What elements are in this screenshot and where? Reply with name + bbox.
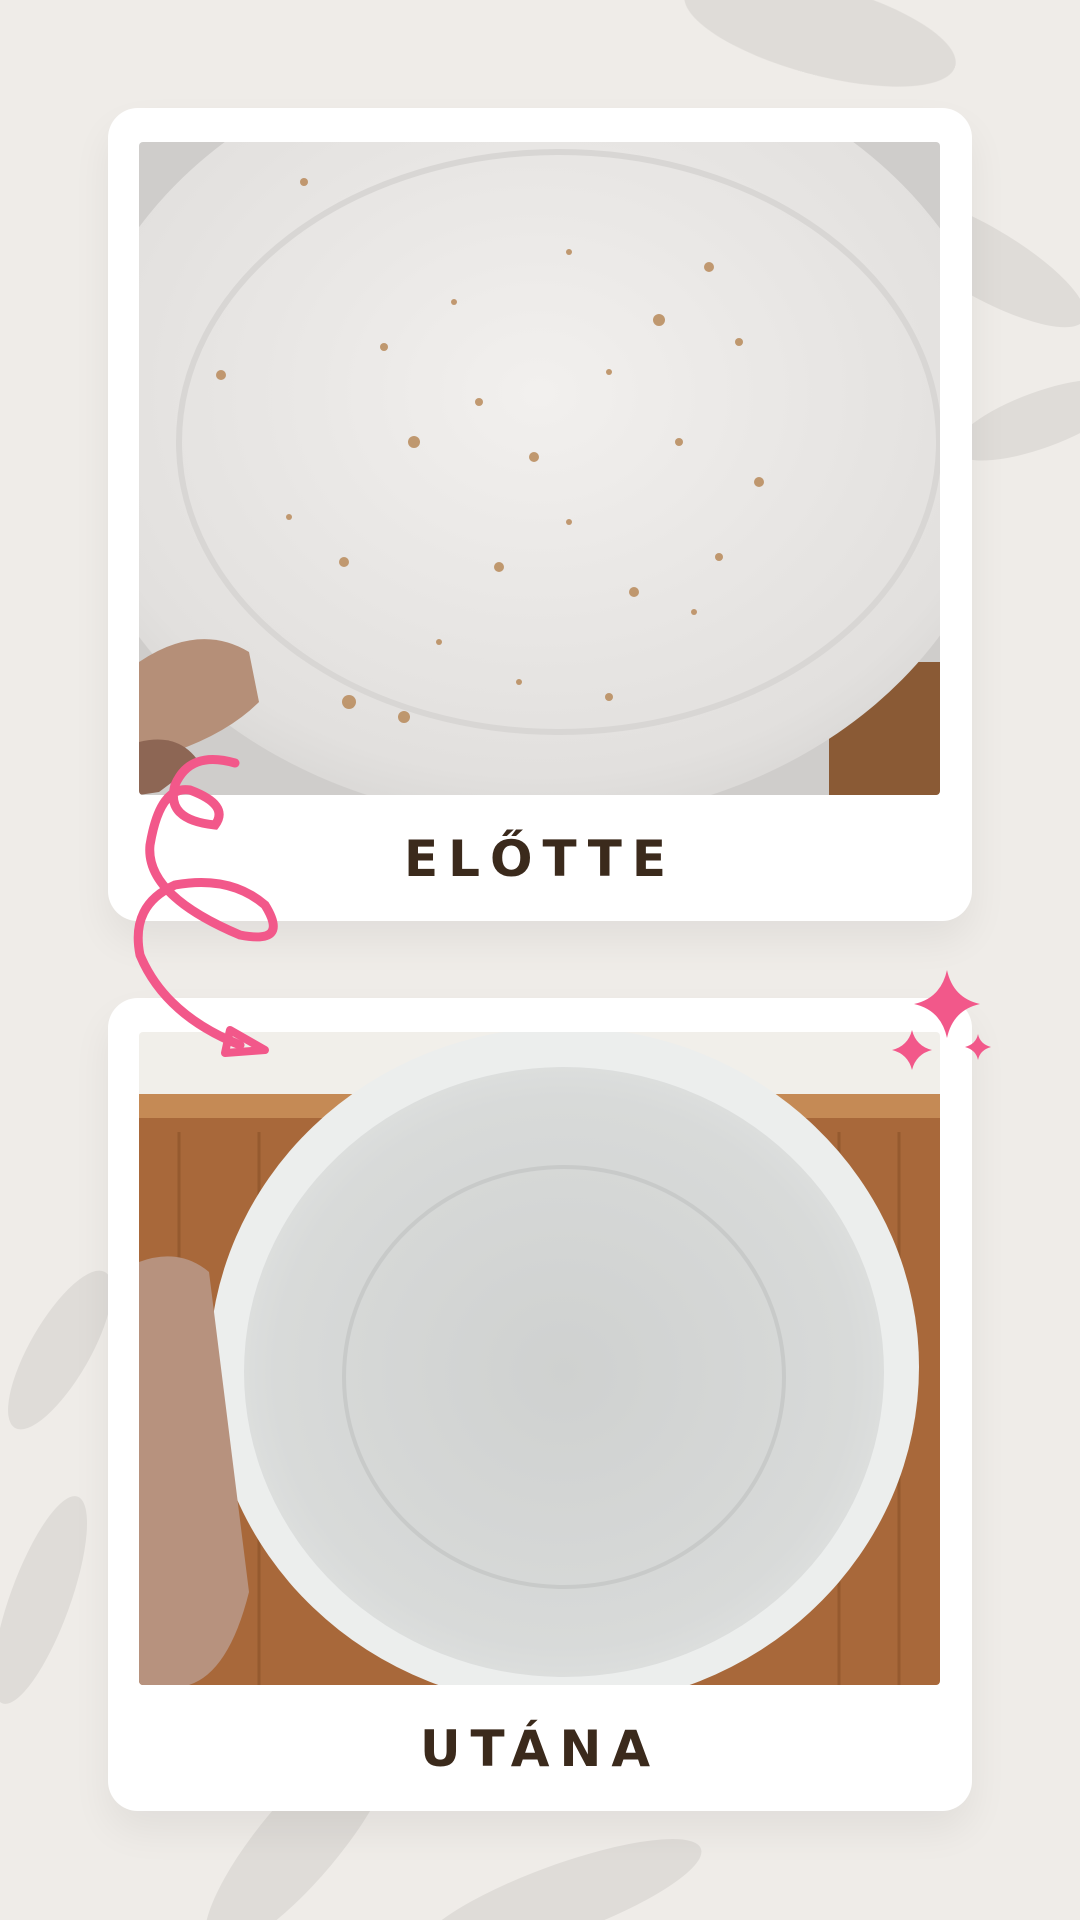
before-card: ELŐTTE	[108, 108, 972, 921]
after-caption: UTÁNA	[419, 1720, 661, 1778]
before-photo	[139, 142, 940, 795]
after-photo	[139, 1032, 940, 1685]
after-card: UTÁNA	[108, 998, 972, 1811]
before-caption: ELŐTTE	[403, 830, 677, 888]
